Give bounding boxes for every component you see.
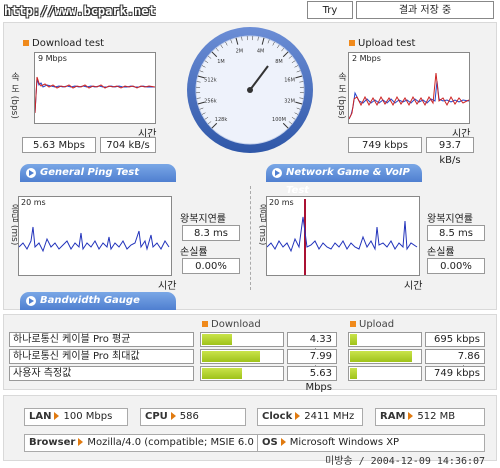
bandwidth-row-label: 하나로통신 케이블 Pro 최대값: [9, 349, 194, 364]
ping-loss-value: 0.00%: [182, 258, 240, 274]
browser-info: Browser Mozilla/4.0 (compatible; MSIE 6.0: [24, 434, 272, 452]
try-again-button[interactable]: Try again: [307, 1, 353, 33]
gauge-label: 32M: [284, 99, 295, 105]
watermark: http://www.bcpark.net: [4, 4, 156, 18]
bandwidth-download-bullet-icon: [202, 321, 208, 327]
download-bar-fill: [202, 351, 260, 362]
download-bullet-icon: [23, 40, 29, 46]
footer-timestamp: 미방송 / 2004-12-09 14:36:07: [325, 456, 486, 467]
lan-info: LAN 100 Mbps: [24, 408, 128, 426]
download-graph: 9 Mbps: [34, 52, 156, 124]
upload-bar-fill: [350, 368, 357, 379]
bandwidth-upload-header: Upload: [350, 319, 394, 330]
download-bar: [200, 366, 284, 381]
bandwidth-row-label: 하나로통신 케이블 Pro 평균: [9, 332, 194, 347]
gauge-label: 100M: [272, 117, 286, 123]
os-info: OS Microsoft Windows XP: [257, 434, 485, 452]
download-kbs-value: 704 kB/s: [100, 137, 156, 153]
game-rtt-value: 8.5 ms: [427, 225, 485, 241]
download-mbps-value: 5.63 Mbps: [22, 137, 96, 153]
os-arrow-icon: [280, 438, 286, 446]
ping-graph-line: [19, 226, 170, 253]
upload-bar-fill: [350, 334, 357, 345]
download-bar: [200, 349, 284, 364]
upload-value: 695 kbps: [425, 332, 485, 347]
upload-bar-fill: [350, 351, 412, 362]
gauge-label: 1M: [217, 59, 225, 65]
download-bar-fill: [202, 368, 242, 379]
download-value: 4.33 Mbps: [287, 332, 337, 359]
upload-kbps-value: 749 kbps: [348, 137, 422, 153]
lan-arrow-icon: [54, 412, 60, 420]
upload-bullet-icon: [349, 40, 355, 46]
upload-kbs-value: 93.7 kB/s: [426, 137, 474, 166]
ping-graph: 20 ms: [18, 196, 172, 276]
ping-rtt-value: 8.3 ms: [182, 225, 240, 241]
ping-divider: [250, 186, 251, 290]
game-graph-line: [267, 199, 418, 275]
bandwidth-download-header: Download: [202, 319, 261, 330]
ram-info: RAM 512 MB: [375, 408, 485, 426]
gauge-label: 16M: [284, 77, 295, 83]
upload-y-label: 속 도 (bps): [336, 72, 346, 119]
gauge-label: 512k: [204, 77, 217, 83]
gauge-label: 128k: [215, 117, 228, 123]
gauge-label: 8M: [275, 59, 283, 65]
ping-rtt-label: 왕복지연률: [180, 214, 226, 225]
gauge-label: 4M: [257, 48, 265, 54]
speed-gauge: 128k 256k 512k 1M 2M 4M 8M 16M 32M 100M: [186, 26, 314, 154]
ping-arrow-icon: [26, 168, 36, 178]
game-loss-label: 손실률: [427, 247, 455, 258]
download-value: 7.99 Mbps: [287, 349, 337, 376]
game-loss-value: 0.00%: [427, 258, 485, 274]
gauge-label: 256k: [204, 99, 217, 105]
cpu-arrow-icon: [170, 412, 176, 420]
download-value: 5.63 Mbps: [287, 366, 337, 393]
upload-value: 7.86 Mbps: [425, 349, 485, 376]
game-graph: 20 ms: [266, 196, 420, 276]
upload-test-title: Upload test: [349, 38, 415, 49]
game-time-label: 시간: [404, 281, 423, 292]
upload-bar: [348, 349, 422, 364]
download-bar-fill: [202, 334, 232, 345]
cpu-info: CPU 586: [140, 408, 246, 426]
clock-arrow-icon: [295, 412, 301, 420]
game-rtt-label: 왕복지연률: [427, 214, 473, 225]
tab-bandwidth-gauge[interactable]: Bandwidth Gauge: [20, 292, 176, 310]
download-graph-lines: [35, 76, 155, 114]
ping-loss-label: 손실률: [180, 247, 208, 258]
bandwidth-arrow-icon: [26, 296, 36, 306]
tab-network-game-voip-test[interactable]: Network Game & VoIP Test: [266, 164, 422, 196]
download-bar: [200, 332, 284, 347]
save-result-button[interactable]: 결과 저장 중: [356, 1, 494, 19]
download-y-label: 속 도 (bps): [9, 72, 19, 119]
browser-arrow-icon: [78, 438, 84, 446]
upload-bar: [348, 366, 422, 381]
upload-bar: [348, 332, 422, 347]
game-arrow-icon: [272, 168, 282, 178]
tab-general-ping-test[interactable]: General Ping Test: [20, 164, 176, 182]
upload-value: 749 kbps: [425, 366, 485, 381]
bandwidth-row-label: 사용자 측정값: [9, 366, 194, 381]
upload-graph-lines: [349, 72, 469, 120]
bandwidth-upload-bullet-icon: [350, 321, 356, 327]
download-test-title: Download test: [23, 38, 104, 49]
gauge-label: 2M: [236, 48, 244, 54]
ping-time-label: 시간: [158, 281, 177, 292]
clock-info: Clock 2411 MHz: [257, 408, 363, 426]
ram-arrow-icon: [408, 412, 414, 420]
upload-graph: 2 Mbps: [348, 52, 470, 124]
